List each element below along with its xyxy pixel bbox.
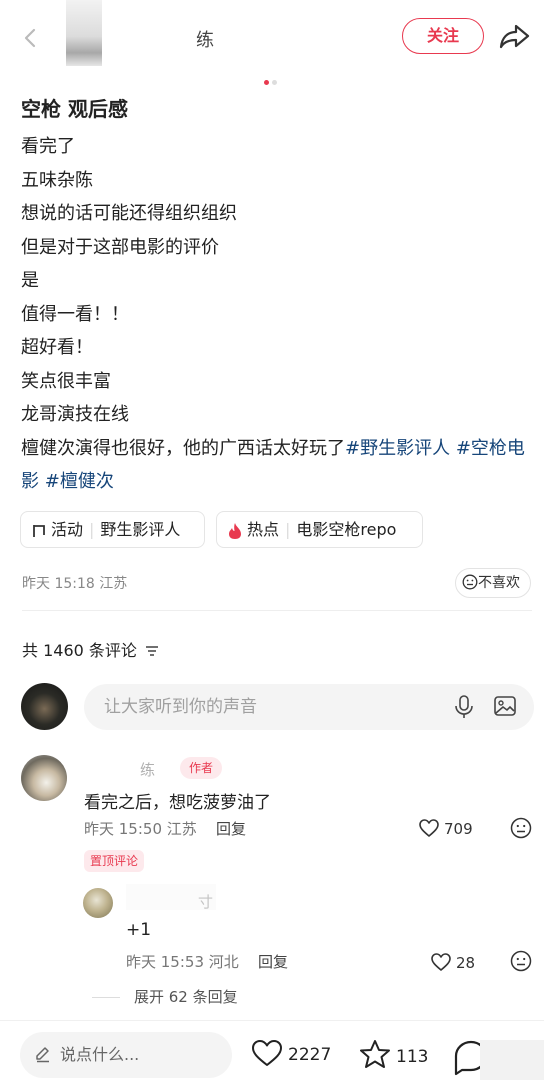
divider	[22, 610, 532, 611]
post-collect-count: 113	[396, 1047, 429, 1067]
follow-button[interactable]: 关注	[402, 18, 484, 54]
dislike-label: 不喜欢	[478, 575, 520, 591]
fire-icon	[229, 522, 241, 539]
expand-label: 展开 62 条回复	[134, 988, 238, 1006]
star-icon	[360, 1040, 390, 1068]
heart-icon	[252, 1040, 282, 1066]
smile-icon	[462, 574, 478, 590]
reply-meta: 昨天 15:53 河北	[126, 953, 239, 971]
my-avatar	[21, 683, 68, 730]
bottom-divider	[0, 1020, 544, 1021]
post-title: 空枪 观后感	[21, 97, 128, 121]
comment-meta: 昨天 15:50 江苏	[84, 820, 197, 838]
author-badge: 作者	[180, 757, 222, 779]
image-pager-dots	[264, 70, 280, 89]
comment-like-button[interactable]: 709	[418, 818, 473, 838]
replier-avatar[interactable]	[83, 888, 113, 918]
comment-like-count: 709	[444, 820, 473, 838]
post-line: 看完了	[21, 136, 75, 157]
post-line: 笑点很丰富	[21, 370, 111, 392]
post-line: 檀健次演得也很好，他的广西话太好玩了	[21, 437, 345, 459]
expand-line	[92, 997, 120, 998]
heart-icon	[431, 953, 451, 971]
commenter-name[interactable]: 练	[84, 759, 155, 780]
post-meta: 昨天 15:18 江苏	[22, 576, 128, 592]
post-line: 五味杂陈	[21, 169, 93, 191]
activity-chip[interactable]: 活动 | 野生影评人	[20, 511, 205, 548]
back-icon[interactable]	[18, 22, 42, 54]
hashtag-link[interactable]: #野生影评人	[345, 438, 450, 459]
expand-replies-button[interactable]: 展开 62 条回复	[92, 986, 238, 1007]
top-bar: 练 关注	[0, 0, 544, 85]
post-body: 看完了 五味杂陈 想说的话可能还得组织组织 但是对于这部电影的评价 是 值得一看…	[21, 130, 531, 499]
heart-icon	[419, 819, 439, 837]
emoji-icon[interactable]	[510, 950, 532, 972]
say-something-input[interactable]: 说点什么...	[20, 1032, 232, 1078]
activity-icon	[33, 524, 45, 537]
share-icon[interactable]	[498, 20, 532, 52]
replier-name[interactable]: 寸	[198, 891, 213, 912]
chip-label: 野生影评人	[100, 520, 181, 539]
emoji-icon[interactable]	[510, 817, 532, 839]
post-line-with-tags: 檀健次演得也很好，他的广西话太好玩了#野生影评人 #空枪电影 #檀健次	[21, 432, 531, 499]
reply-text: +1	[126, 920, 152, 940]
commenter-name-text: 练	[140, 761, 156, 779]
reply-like-count: 28	[456, 954, 476, 972]
post-line: 超好看！	[21, 337, 93, 358]
chip-prefix: 热点	[247, 520, 280, 539]
post-line: 但是对于这部电影的评价	[21, 236, 219, 258]
mic-icon[interactable]	[454, 694, 474, 720]
comment-count-blur	[480, 1040, 544, 1080]
author-avatar[interactable]	[66, 0, 102, 66]
sort-icon	[146, 646, 158, 656]
comment-count-label: 共 1460 条评论	[22, 641, 137, 660]
edit-icon	[36, 1047, 49, 1063]
image-icon[interactable]	[493, 694, 517, 718]
hashtag-link[interactable]: #檀健次	[45, 471, 114, 492]
reply-like-button[interactable]: 28	[430, 952, 475, 972]
chip-prefix: 活动	[51, 520, 84, 539]
post-like-count: 2227	[288, 1045, 332, 1065]
post-like-button[interactable]: 2227	[250, 1038, 331, 1068]
hot-topic-chip[interactable]: 热点 | 电影空枪repo	[216, 511, 423, 548]
reply-button[interactable]: 回复	[216, 818, 246, 839]
chip-label: 电影空枪repo	[296, 520, 397, 539]
dislike-button[interactable]: 不喜欢	[455, 568, 531, 598]
comment-text: 看完之后，想吃菠萝油了	[84, 793, 271, 813]
comment-count[interactable]: 共 1460 条评论	[22, 637, 159, 661]
post-line: 龙哥演技在线	[21, 404, 129, 425]
commenter-avatar[interactable]	[21, 755, 67, 801]
post-line: 值得一看！！	[21, 303, 129, 325]
reply-button[interactable]: 回复	[258, 951, 288, 972]
post-line: 想说的话可能还得组织组织	[21, 203, 237, 224]
pinned-badge: 置顶评论	[84, 850, 145, 872]
post-line: 是	[21, 270, 39, 291]
author-name[interactable]: 练	[196, 26, 214, 52]
say-placeholder: 说点什么...	[60, 1045, 140, 1064]
post-collect-button[interactable]: 113	[358, 1038, 428, 1070]
